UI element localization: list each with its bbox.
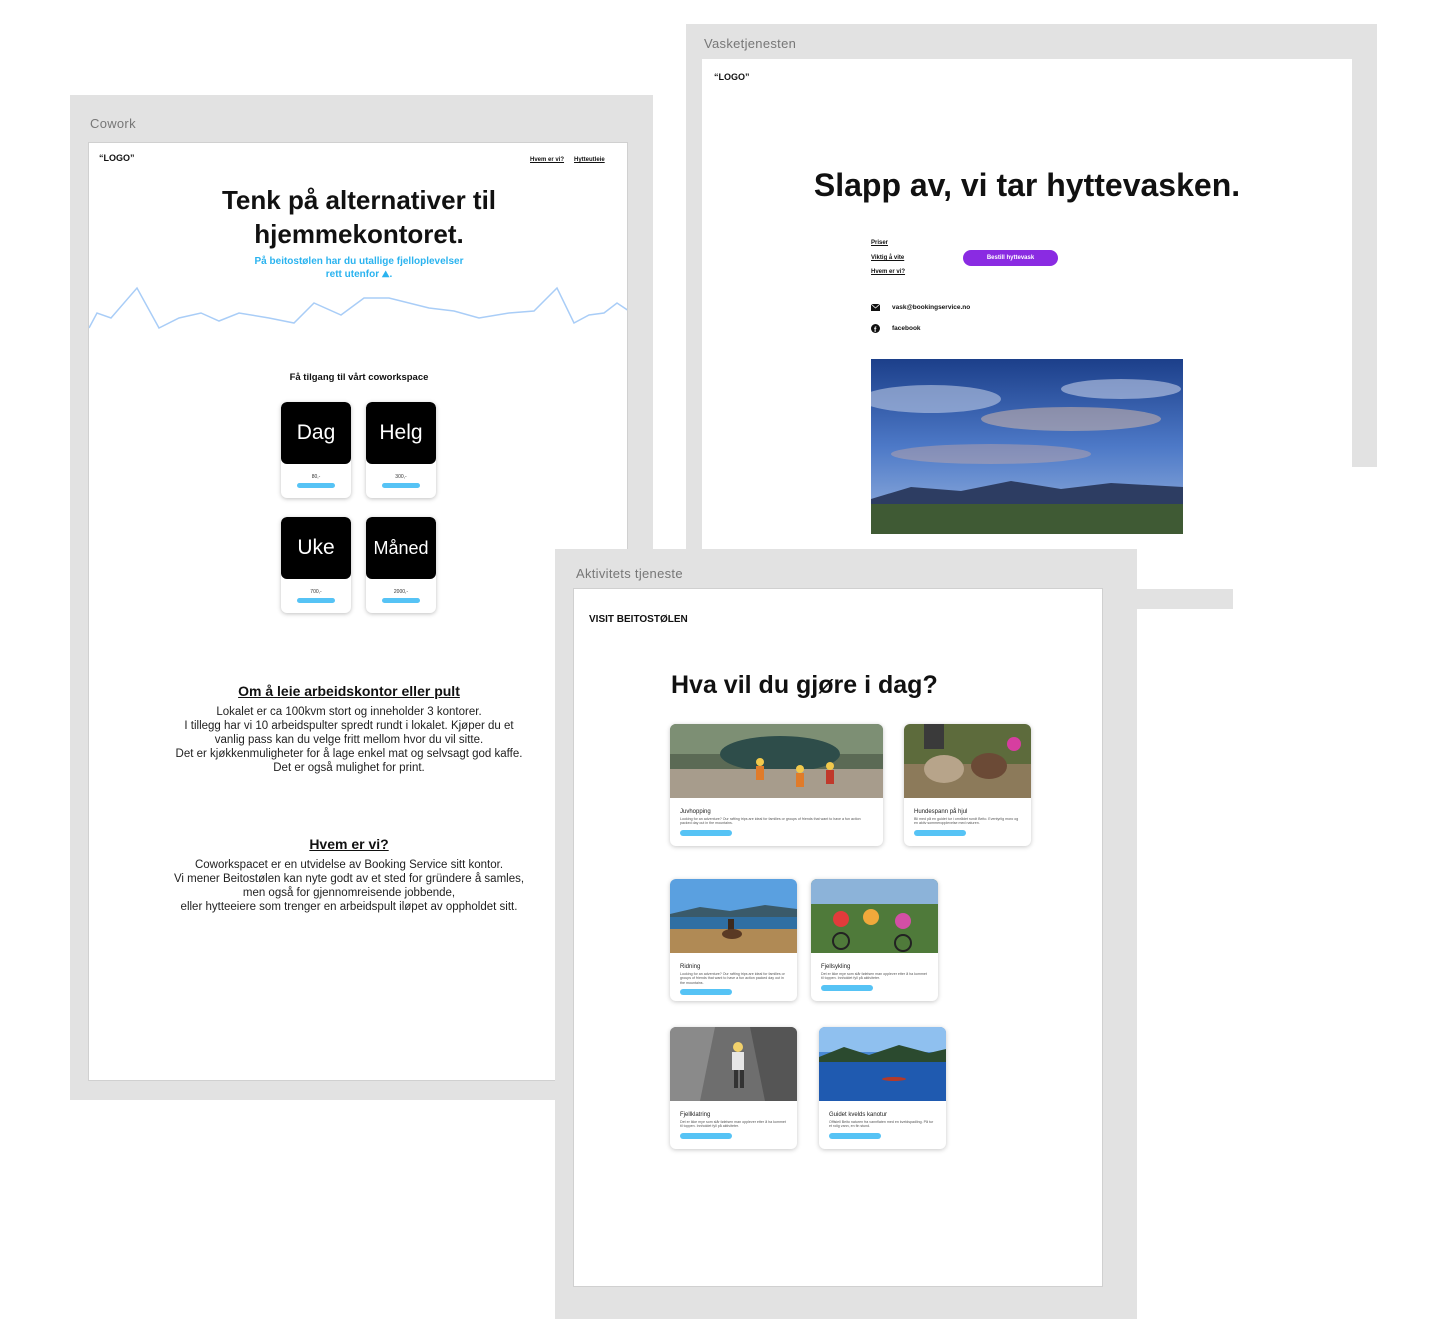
plan-price: 2000,-	[393, 589, 409, 595]
headline-line: hjemmekontoret.	[254, 219, 464, 249]
link-prices[interactable]: Priser	[871, 240, 888, 246]
plan-card-month[interactable]: Måned 2000,-	[366, 517, 436, 613]
activity-book-button[interactable]	[680, 989, 732, 996]
link-who[interactable]: Hvem er vi?	[871, 269, 905, 275]
email-link[interactable]: vask@bookingservice.no	[892, 304, 970, 311]
artboard-title: Cowork	[90, 116, 136, 131]
about-line: Lokalet er ca 100kvm stort og inneholder…	[216, 706, 482, 718]
logo: “LOGO”	[714, 72, 750, 82]
plan-card-week[interactable]: Uke 700,-	[281, 517, 351, 613]
activity-title: Fjellklatring	[680, 1112, 711, 1118]
about-text: Lokalet er ca 100kvm stort og inneholder…	[89, 705, 609, 775]
subtitle: På beitostølen har du utallige fjellople…	[89, 255, 627, 281]
mountain-line-graphic	[89, 286, 627, 329]
plan-price: 300,-	[395, 474, 407, 480]
order-cleaning-button[interactable]: Bestill hyttevask	[963, 250, 1058, 266]
activity-book-button[interactable]	[914, 829, 966, 836]
subtitle-line: På beitostølen har du utallige fjellople…	[254, 256, 464, 267]
cowork-page: “LOGO” Hvem er vi? Hytteutleie Tenk på a…	[88, 142, 628, 1081]
plan-name: Helg	[366, 402, 436, 464]
activity-title: Juvhopping	[680, 809, 711, 815]
subtitle-text: rett utenfor	[325, 269, 380, 280]
activity-description: Det er ikke mye som slår følelsen man op…	[680, 1120, 786, 1129]
activity-photo	[811, 879, 938, 953]
who-line: men også for gjennomreisende jobbende,	[242, 887, 456, 899]
plan-price: 80,-	[311, 474, 321, 480]
mail-icon	[871, 304, 880, 311]
plan-buy-button[interactable]	[382, 598, 420, 603]
plan-card-day[interactable]: Dag 80,-	[281, 402, 351, 498]
activity-photo	[904, 724, 1031, 798]
activity-book-button[interactable]	[680, 1132, 732, 1139]
about-line: I tillegg har vi 10 arbeidspulter spredt…	[184, 720, 514, 732]
headline: Tenk på alternativer til hjemmekontoret.	[89, 183, 627, 251]
activity-page: VISIT BEITOSTØLEN Hva vil du gjøre i dag…	[573, 588, 1103, 1287]
activity-description: Bli med på en guidet tur i området rundt…	[914, 817, 1019, 826]
plan-price: 700,-	[310, 589, 322, 595]
activity-card-canyoning[interactable]: Juvhopping Looking for an adventure? Our…	[670, 724, 883, 846]
facebook-link[interactable]: facebook	[892, 325, 921, 332]
who-line: Coworkspacet er en utvidelse av Booking …	[194, 859, 504, 871]
facebook-icon: f	[871, 324, 880, 333]
headline: Hva vil du gjøre i dag?	[671, 671, 938, 699]
activity-title: Ridning	[680, 964, 701, 970]
activity-description: Looking for an adventure? Our rafting tr…	[680, 817, 861, 826]
plan-card-weekend[interactable]: Helg 300,-	[366, 402, 436, 498]
plan-buy-button[interactable]	[382, 483, 420, 488]
artboard-title: Aktivitets tjeneste	[576, 566, 683, 581]
who-heading: Hvem er vi?	[309, 836, 389, 852]
logo: “LOGO”	[99, 153, 135, 163]
plan-name: Uke	[281, 517, 351, 579]
order-cleaning-label: Bestill hyttevask	[986, 255, 1035, 261]
plan-name: Dag	[281, 402, 351, 464]
about-heading: Om å leie arbeidskontor eller pult	[238, 683, 460, 699]
plan-buy-button[interactable]	[297, 598, 335, 603]
logo: VISIT BEITOSTØLEN	[589, 614, 688, 625]
link-good-to-know[interactable]: Viktig å vite	[871, 255, 904, 261]
plan-name: Måned	[366, 517, 436, 579]
activity-photo	[670, 1027, 797, 1101]
who-line: eller hytteeiere som trenger en arbeidsp…	[180, 901, 518, 913]
activity-photo	[670, 724, 883, 798]
activity-title: Fjellsykling	[821, 964, 851, 970]
about-line: Det er også mulighet for print.	[273, 762, 425, 774]
nav-link-cabin-rental[interactable]: Hytteutleie	[574, 157, 605, 163]
mountain-sky-photo	[871, 359, 1183, 534]
activity-book-button[interactable]	[829, 1132, 881, 1139]
about-line: Det er kjøkkenmuligheter for å lage enke…	[175, 748, 523, 760]
activity-card-mountain-biking[interactable]: Fjellsykling Det er ikke mye som slår fø…	[811, 879, 938, 1001]
headline: Slapp av, vi tar hyttevasken.	[813, 167, 1241, 203]
activity-description: Det er ikke mye som slår følelsen man op…	[821, 972, 927, 981]
vask-page: “LOGO” Slapp av, vi tar hyttevasken. Pri…	[702, 59, 1352, 589]
activity-description: Offisiell Beito naturen fra vannflaten m…	[829, 1120, 934, 1129]
activity-card-canoe-tour[interactable]: Guidet kvelds kanotur Offisiell Beito na…	[819, 1027, 946, 1149]
activity-book-button[interactable]	[821, 984, 873, 991]
who-line: Vi mener Beitostølen kan nyte godt av et…	[173, 873, 525, 885]
activity-book-button[interactable]	[680, 829, 732, 836]
activity-card-climbing[interactable]: Fjellklatring Det er ikke mye som slår f…	[670, 1027, 797, 1149]
activity-title: Hundespann på hjul	[914, 809, 968, 815]
activity-card-dog-sledding[interactable]: Hundespann på hjul Bli med på en guidet …	[904, 724, 1031, 846]
activity-photo	[819, 1027, 946, 1101]
activity-description: Looking for an adventure? Our rafting tr…	[680, 972, 785, 985]
about-line: vanlig pass kan du velge fritt mellom hv…	[214, 734, 484, 746]
subtitle-end: .	[389, 269, 393, 280]
nav-link-who[interactable]: Hvem er vi?	[530, 157, 564, 163]
artboard-title: Vasketjenesten	[704, 36, 797, 51]
subtitle-line: rett utenfor ⛰.	[89, 268, 627, 281]
headline-line: Tenk på alternativer til	[221, 185, 497, 215]
activity-card-horse-riding[interactable]: Ridning Looking for an adventure? Our ra…	[670, 879, 797, 1001]
plan-buy-button[interactable]	[297, 483, 335, 488]
activity-photo	[670, 879, 797, 953]
access-heading: Få tilgang til vårt coworkspace	[289, 372, 429, 383]
activity-title: Guidet kvelds kanotur	[829, 1112, 888, 1118]
who-text: Coworkspacet er en utvidelse av Booking …	[89, 858, 609, 914]
